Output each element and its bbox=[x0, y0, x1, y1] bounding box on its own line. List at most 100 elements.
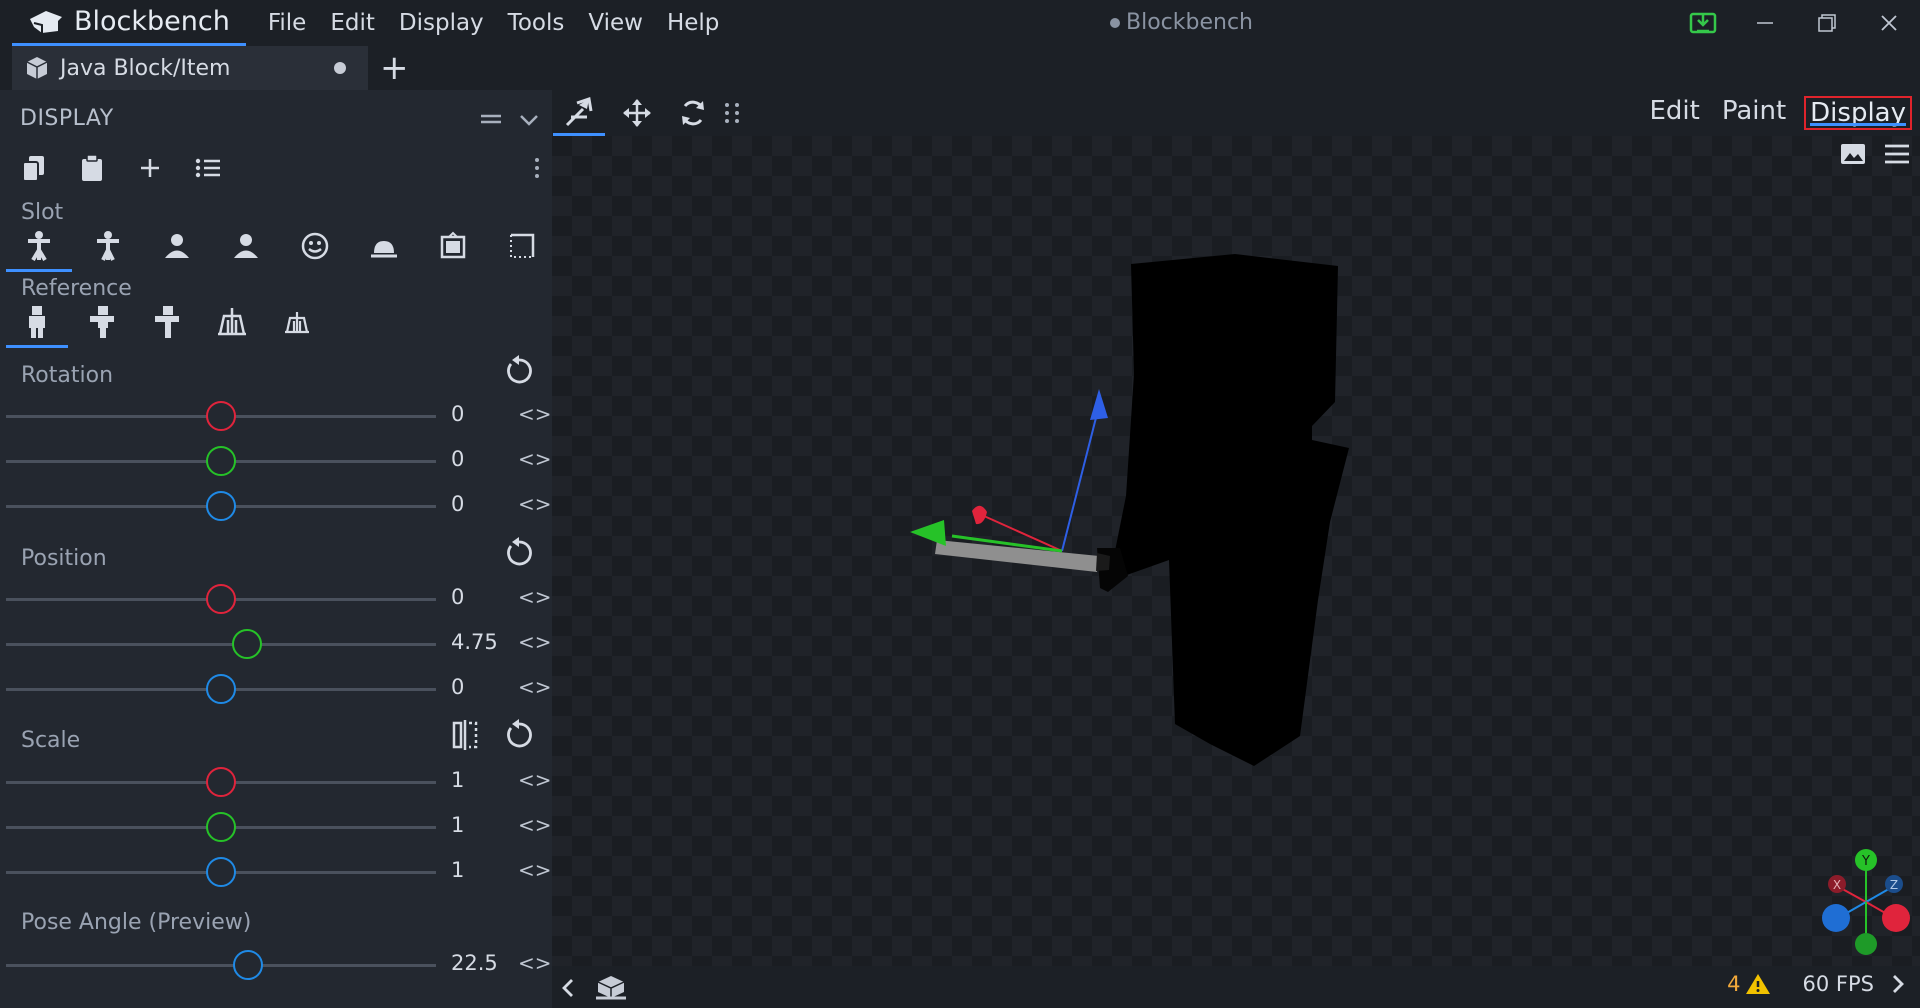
tab-java-block-item[interactable]: Java Block/Item bbox=[12, 46, 368, 90]
rotation-y-slider[interactable]: 0 <> bbox=[6, 441, 552, 481]
rotation-z-slider[interactable]: 0 <> bbox=[6, 486, 552, 526]
position-y-slider[interactable]: 4.75 <> bbox=[6, 624, 552, 664]
menu-tools[interactable]: Tools bbox=[496, 10, 577, 36]
slider-knob[interactable] bbox=[232, 950, 263, 980]
scale-x-stepper[interactable]: <> bbox=[518, 768, 552, 792]
scale-y-stepper[interactable]: <> bbox=[518, 813, 552, 837]
status-bar: 4 60 FPS bbox=[552, 966, 1920, 1008]
reset-position-icon[interactable] bbox=[502, 536, 536, 570]
position-z-value[interactable]: 0 bbox=[451, 675, 464, 699]
mirror-scale-icon[interactable] bbox=[448, 718, 482, 752]
menu-help[interactable]: Help bbox=[655, 10, 731, 36]
minimize-button[interactable] bbox=[1734, 3, 1796, 43]
rotation-x-stepper[interactable]: <> bbox=[518, 402, 552, 426]
scale-z-stepper[interactable]: <> bbox=[518, 858, 552, 882]
position-y-stepper[interactable]: <> bbox=[518, 630, 552, 654]
armor-stand-reference-icon[interactable] bbox=[136, 300, 198, 344]
armor-stand-small-reference-icon[interactable] bbox=[266, 300, 328, 344]
slider-knob[interactable] bbox=[206, 446, 236, 476]
position-z-stepper[interactable]: <> bbox=[518, 675, 552, 699]
maximize-button[interactable] bbox=[1796, 3, 1858, 43]
pose-angle-value[interactable]: 22.5 bbox=[451, 951, 498, 975]
slider-knob[interactable] bbox=[206, 812, 236, 842]
new-tab-button[interactable]: + bbox=[380, 48, 409, 88]
scale-x-slider[interactable]: 1 <> bbox=[6, 762, 552, 802]
toolbar-drag-icon[interactable] bbox=[717, 94, 747, 132]
block-format-icon[interactable] bbox=[594, 974, 628, 1002]
pose-angle-slider[interactable]: 22.5 <> bbox=[6, 945, 552, 985]
reset-scale-icon[interactable] bbox=[502, 718, 536, 752]
move-tool-icon[interactable] bbox=[611, 94, 663, 132]
panel-drag-icon[interactable] bbox=[478, 106, 504, 132]
gui-slot-icon[interactable] bbox=[489, 224, 555, 268]
more-vertical-icon[interactable] bbox=[532, 156, 542, 180]
3d-viewport[interactable]: Y X Z bbox=[552, 136, 1920, 966]
chevron-left-icon[interactable] bbox=[558, 976, 578, 1000]
add-preset-icon[interactable] bbox=[132, 150, 168, 186]
chevron-down-icon[interactable] bbox=[518, 106, 540, 132]
app-brand[interactable]: Blockbench bbox=[12, 0, 246, 46]
close-button[interactable] bbox=[1858, 3, 1920, 43]
slider-knob[interactable] bbox=[206, 584, 236, 614]
rotate-tool-icon[interactable] bbox=[667, 94, 719, 132]
paste-icon[interactable] bbox=[74, 150, 110, 186]
slider-knob[interactable] bbox=[206, 767, 236, 797]
menu-bar: File Edit Display Tools View Help bbox=[256, 10, 732, 36]
mode-edit[interactable]: Edit bbox=[1645, 96, 1703, 130]
tab-label: Java Block/Item bbox=[60, 55, 231, 81]
slider-knob[interactable] bbox=[231, 629, 262, 659]
window-title: Blockbench bbox=[1110, 10, 1253, 35]
axis-orientation-gizmo[interactable]: Y X Z bbox=[1814, 848, 1914, 958]
mode-paint[interactable]: Paint bbox=[1718, 96, 1790, 130]
rotation-x-slider[interactable]: 0 <> bbox=[6, 396, 552, 436]
tab-unsaved-indicator[interactable] bbox=[334, 62, 346, 74]
pose-angle-stepper[interactable]: <> bbox=[518, 951, 552, 975]
scale-y-slider[interactable]: 1 <> bbox=[6, 807, 552, 847]
position-x-value[interactable]: 0 bbox=[451, 585, 464, 609]
mode-switcher: Edit Paint Display bbox=[1645, 96, 1912, 130]
tab-bar: Java Block/Item + bbox=[0, 46, 1920, 90]
menu-edit[interactable]: Edit bbox=[318, 10, 387, 36]
position-x-slider[interactable]: 0 <> bbox=[6, 579, 552, 619]
install-update-icon[interactable] bbox=[1672, 3, 1734, 43]
rotation-x-value[interactable]: 0 bbox=[451, 402, 464, 426]
window-controls bbox=[1672, 0, 1920, 46]
pivot-tool-icon[interactable] bbox=[553, 94, 605, 136]
panel-title: DISPLAY bbox=[20, 106, 114, 131]
unsaved-dot-icon bbox=[1110, 18, 1120, 28]
slider-knob[interactable] bbox=[206, 491, 236, 521]
scale-z-value[interactable]: 1 bbox=[451, 858, 464, 882]
rotation-y-value[interactable]: 0 bbox=[451, 447, 464, 471]
position-y-value[interactable]: 4.75 bbox=[451, 630, 498, 654]
position-z-slider[interactable]: 0 <> bbox=[6, 669, 552, 709]
menu-file[interactable]: File bbox=[256, 10, 319, 36]
player-reference-icon[interactable] bbox=[6, 300, 68, 348]
thirdperson-right-slot-icon[interactable] bbox=[6, 224, 72, 272]
copy-icon[interactable] bbox=[16, 150, 52, 186]
rotation-y-stepper[interactable]: <> bbox=[518, 447, 552, 471]
menu-display[interactable]: Display bbox=[387, 10, 496, 36]
firstperson-right-slot-icon[interactable] bbox=[144, 224, 210, 268]
preset-list-icon[interactable] bbox=[190, 150, 226, 186]
scale-x-value[interactable]: 1 bbox=[451, 768, 464, 792]
chevron-right-icon[interactable] bbox=[1888, 972, 1908, 996]
scale-z-slider[interactable]: 1 <> bbox=[6, 852, 552, 892]
armor-stand-legs-reference-icon[interactable] bbox=[201, 300, 263, 344]
slider-knob[interactable] bbox=[206, 674, 236, 704]
slider-knob[interactable] bbox=[206, 857, 236, 887]
ground-slot-icon[interactable] bbox=[351, 224, 417, 268]
menu-view[interactable]: View bbox=[576, 10, 655, 36]
position-x-stepper[interactable]: <> bbox=[518, 585, 552, 609]
thirdperson-left-slot-icon[interactable] bbox=[75, 224, 141, 268]
warning-indicator[interactable]: 4 bbox=[1727, 972, 1770, 996]
scale-y-value[interactable]: 1 bbox=[451, 813, 464, 837]
mode-display[interactable]: Display bbox=[1804, 96, 1912, 130]
firstperson-left-slot-icon[interactable] bbox=[213, 224, 279, 268]
item-frame-slot-icon[interactable] bbox=[420, 224, 486, 268]
zombie-reference-icon[interactable] bbox=[71, 300, 133, 344]
reset-rotation-icon[interactable] bbox=[502, 354, 536, 388]
slider-knob[interactable] bbox=[206, 401, 236, 431]
head-slot-icon[interactable] bbox=[282, 224, 348, 268]
rotation-z-stepper[interactable]: <> bbox=[518, 492, 552, 516]
rotation-z-value[interactable]: 0 bbox=[451, 492, 464, 516]
